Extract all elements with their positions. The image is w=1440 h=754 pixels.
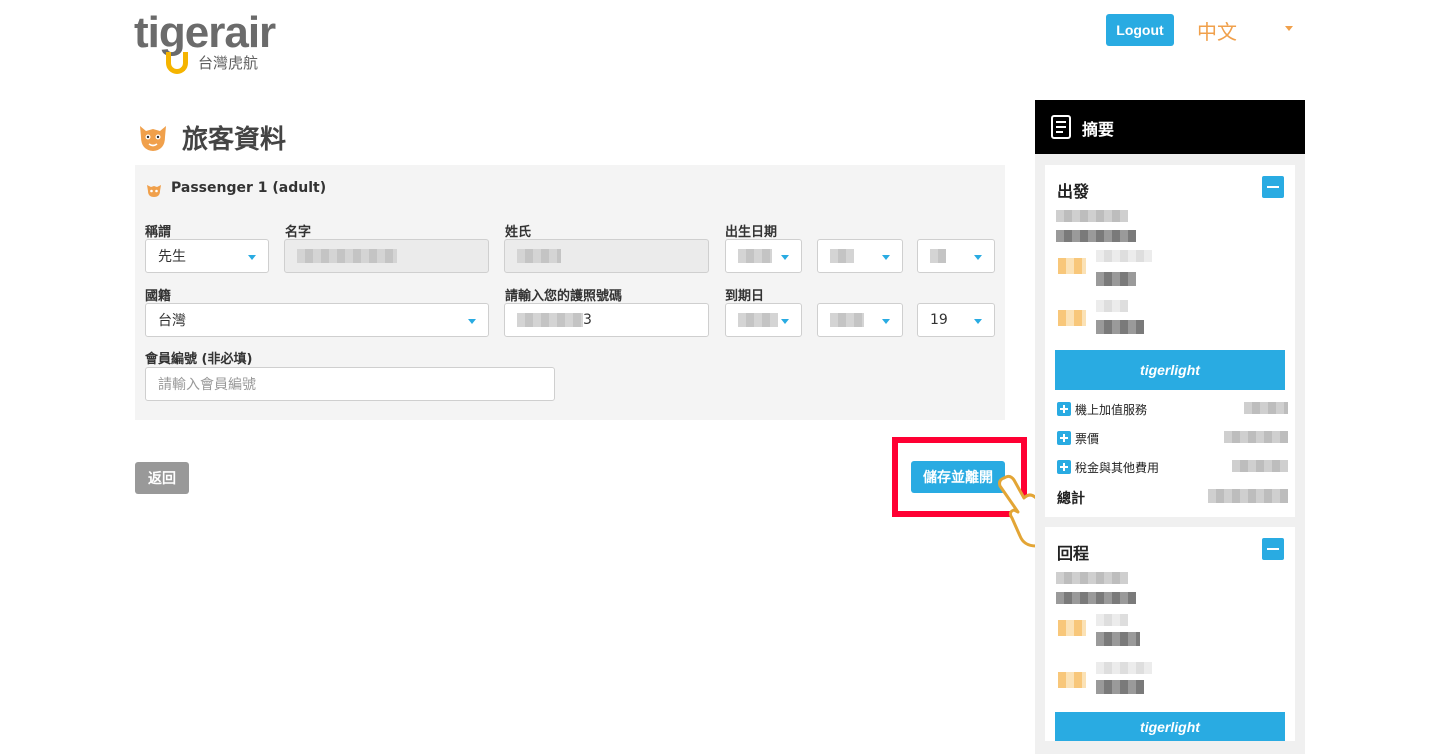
birth-date-label: 出生日期 [725,225,778,240]
birth-day-select[interactable] [917,239,995,273]
expand-fare-icon[interactable] [1057,431,1071,445]
birth-year-select[interactable] [725,239,802,273]
logout-button[interactable]: Logout [1106,14,1174,46]
arrival-airport-redacted [1096,320,1144,334]
language-selector[interactable]: 中文 [1197,16,1237,45]
chevron-down-icon [882,319,890,324]
expiry-day-value: 19 [930,312,948,328]
return-arrival-flight-icon [1058,672,1086,688]
birth-year-redacted [738,249,772,263]
return-date-redacted [1056,572,1128,584]
summary-title: 摘要 [1082,120,1115,139]
collapse-return-icon[interactable] [1262,538,1284,560]
departure-date-redacted [1056,210,1128,222]
taxes-amount-redacted [1232,460,1288,472]
logo-wordmark: tigerair [134,8,276,57]
departure-bundle-button[interactable]: tigerlight [1055,350,1285,390]
departure-title: 出發 [1057,182,1090,201]
return-time-redacted [1096,614,1128,626]
document-icon [1051,115,1071,139]
chevron-down-icon [248,255,256,260]
expiry-year-select[interactable] [725,303,802,337]
chevron-down-icon [974,255,982,260]
nationality-value: 台灣 [158,313,186,329]
departure-route-redacted [1056,230,1136,242]
member-number-input[interactable]: 請輸入會員編號 [145,367,555,401]
return-arrival-airport-redacted [1096,680,1144,694]
page-title: 旅客資料 [182,125,287,155]
last-name-label: 姓氏 [505,225,532,240]
chevron-down-icon [781,319,789,324]
first-name-field[interactable] [284,239,489,273]
summary-header: 摘要 [1035,100,1305,154]
chevron-down-icon [974,319,982,324]
logo-subtitle: 台灣虎航 [198,54,259,72]
passport-input[interactable]: 3 [504,303,709,337]
tiger-face-icon [140,126,166,151]
taxes-label: 稅金與其他費用 [1075,461,1160,475]
total-amount-redacted [1208,489,1288,503]
arrival-flight-icon [1058,310,1086,326]
return-title: 回程 [1057,544,1090,563]
fare-label: 票價 [1075,432,1100,446]
first-name-label: 名字 [285,225,312,240]
return-flight-icon [1058,620,1086,636]
expiry-day-select[interactable]: 19 [917,303,995,337]
member-number-placeholder: 請輸入會員編號 [158,377,256,393]
expand-taxes-icon[interactable] [1057,460,1071,474]
return-arrival-time-redacted [1096,662,1152,674]
birth-month-redacted [830,249,854,263]
arrival-time-redacted [1096,300,1128,312]
chevron-down-icon [882,255,890,260]
nationality-select[interactable]: 台灣 [145,303,489,337]
birth-month-select[interactable] [817,239,903,273]
addons-label: 機上加值服務 [1075,403,1148,417]
addons-amount-redacted [1244,402,1288,414]
return-bundle-button[interactable]: tigerlight [1055,712,1285,741]
expiry-month-select[interactable] [817,303,903,337]
chevron-down-icon [781,255,789,260]
expiry-label: 到期日 [725,289,765,304]
salutation-label: 稱謂 [145,225,172,240]
return-route-redacted [1056,592,1136,604]
tigerair-logo[interactable]: tigerair 台灣虎航 [134,8,304,76]
logo-smile-icon [166,52,188,74]
expiry-month-redacted [830,313,864,327]
expand-addons-icon[interactable] [1057,402,1071,416]
departure-flight-icon [1058,258,1086,274]
return-airport-redacted [1096,632,1140,646]
passenger-tiger-icon [147,185,161,197]
expiry-year-redacted [738,313,778,327]
departure-time-redacted [1096,250,1152,262]
passport-label: 請輸入您的護照號碼 [505,289,623,304]
total-label: 總計 [1057,491,1085,507]
collapse-departure-icon[interactable] [1262,176,1284,198]
salutation-value: 先生 [158,249,186,265]
last-name-redacted [517,249,561,263]
nationality-label: 國籍 [145,289,172,304]
passport-suffix: 3 [583,312,592,328]
salutation-select[interactable]: 先生 [145,239,269,273]
first-name-redacted [297,249,397,263]
chevron-down-icon [468,319,476,324]
passenger-heading: Passenger 1 (adult) [171,180,327,196]
last-name-field[interactable] [504,239,709,273]
birth-day-redacted [930,249,946,263]
fare-amount-redacted [1224,431,1288,443]
departure-airport-redacted [1096,272,1136,286]
passport-redacted [517,313,583,327]
member-number-label: 會員編號 (非必填) [145,352,253,367]
language-caret-icon[interactable] [1285,26,1293,31]
back-button[interactable]: 返回 [135,462,189,494]
